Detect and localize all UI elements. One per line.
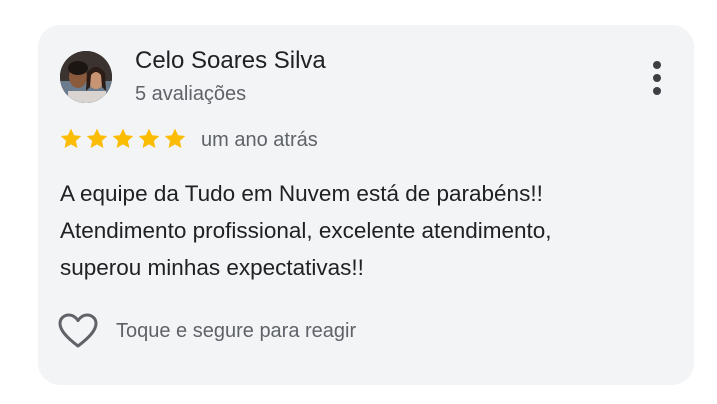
more-vert-icon-dot [653,74,661,82]
review-card: Celo Soares Silva 5 avaliações um ano at… [38,25,694,385]
review-text-line: Atendimento profissional, excelente aten… [60,218,552,243]
react-label: Toque e segure para reagir [116,319,357,342]
star-rating [59,127,187,153]
avatar-photo [60,51,112,103]
star-icon [138,128,160,148]
react-button[interactable]: Toque e segure para reagir [58,313,356,349]
more-vert-icon-dot [653,61,661,69]
more-vert-icon-dot [653,87,661,95]
review-text-line: superou minhas expectativas!! [60,255,364,280]
avatar[interactable] [60,51,112,103]
star-icon [112,128,134,148]
star-icon [164,128,186,148]
author-review-count: 5 avaliações [135,83,247,105]
author-name[interactable]: Celo Soares Silva [135,47,326,75]
review-time: um ano atrás [201,129,318,151]
review-text-line: A equipe da Tudo em Nuvem está de parabé… [60,181,543,206]
heart-outline-icon [58,313,98,348]
star-icon [86,128,108,148]
star-icon [60,128,82,148]
review-text: A equipe da Tudo em Nuvem está de parabé… [60,175,660,286]
more-options-button[interactable] [650,61,664,95]
